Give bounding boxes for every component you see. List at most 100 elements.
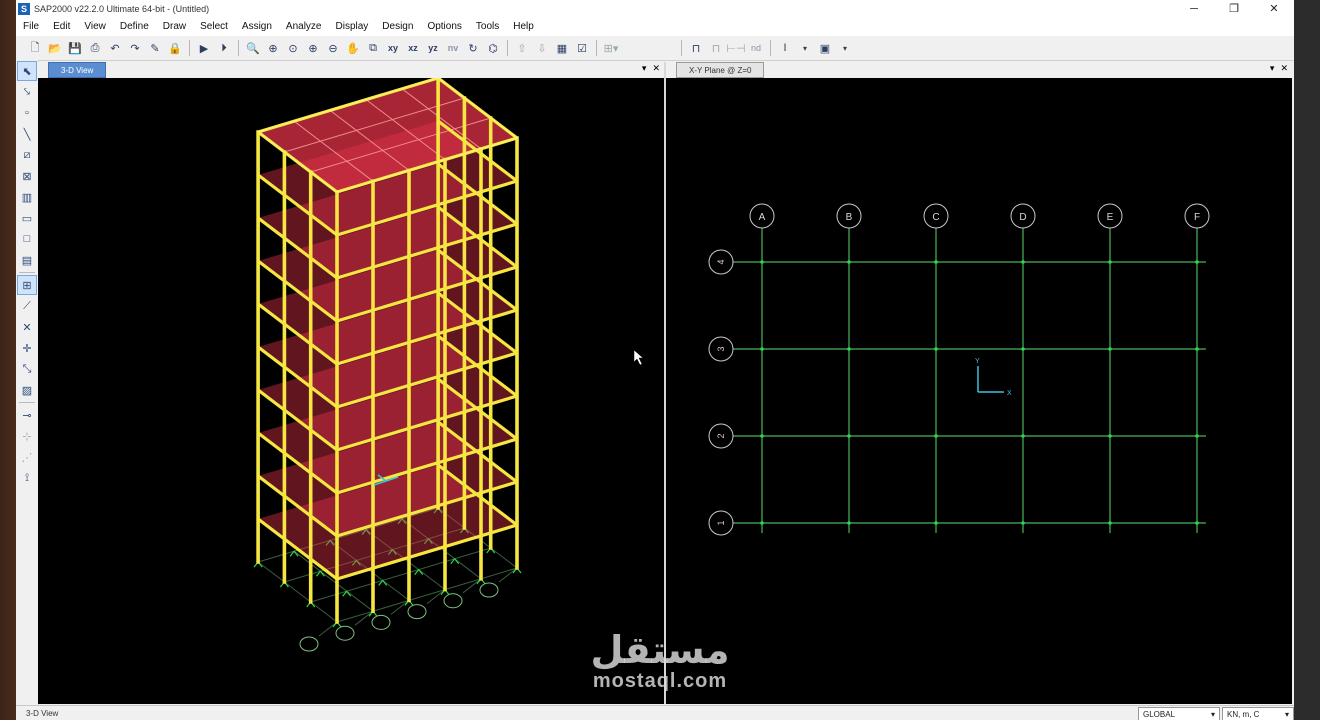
snap-intersection-icon[interactable]: ✕ (18, 318, 36, 336)
tab-xy-plane[interactable]: X-Y Plane @ Z=0 (676, 62, 765, 78)
snap-fine-grid-icon[interactable]: ⟟ (18, 469, 36, 487)
check-icon[interactable]: ☑ (573, 39, 591, 57)
tab-3d-view[interactable]: 3-D View (48, 62, 107, 78)
canvas-3d[interactable] (38, 78, 664, 704)
grid-joint (1195, 521, 1199, 525)
refresh-pencil-icon[interactable]: ✎ (146, 39, 164, 57)
move-up-icon[interactable]: ⇧ (513, 39, 531, 57)
menu-edit[interactable]: Edit (46, 21, 77, 32)
view-3d-icon[interactable]: ⧉ (364, 39, 382, 57)
grid-column-label: F (1194, 212, 1200, 223)
pane-header: X-Y Plane @ Z=0 ▾ ✕ (666, 62, 1292, 78)
grid-bubble-3d (371, 614, 391, 630)
draw-frame-icon[interactable]: ╲ (18, 125, 36, 143)
run-analysis-icon[interactable]: ▶ (195, 39, 213, 57)
menu-select[interactable]: Select (193, 21, 235, 32)
pane-close-icon[interactable]: ✕ (1280, 63, 1288, 74)
view-xz-button[interactable]: xz (404, 39, 422, 57)
save-icon[interactable]: 💾 (66, 39, 84, 57)
pane-dropdown-icon[interactable]: ▾ (1270, 63, 1275, 74)
quick-draw-area-icon[interactable]: ▤ (18, 251, 36, 269)
section-label[interactable]: nd (747, 39, 765, 57)
grid-joint (847, 260, 851, 264)
grid-column-label: D (1019, 212, 1026, 223)
menu-tools[interactable]: Tools (469, 21, 506, 32)
frame-icon[interactable]: ⊓ (687, 39, 705, 57)
close-button[interactable]: ✕ (1254, 0, 1294, 17)
snap-ends-icon[interactable]: ⊹ (18, 427, 36, 445)
mouse-cursor-icon (633, 349, 644, 366)
snap-area-icon[interactable]: ▨ (18, 381, 36, 399)
open-folder-icon[interactable]: 📂 (46, 39, 64, 57)
zoom-in-icon[interactable]: ⊕ (304, 39, 322, 57)
rotate-view-icon[interactable]: ↻ (464, 39, 482, 57)
snap-point-icon[interactable]: ⟋ (18, 297, 36, 315)
menu-design[interactable]: Design (375, 21, 420, 32)
object-shrink-icon[interactable]: ⊞▾ (602, 39, 620, 57)
toolbar-separator (19, 272, 35, 273)
grid-row-label: 1 (716, 520, 726, 525)
draw-area-icon[interactable]: ▭ (18, 209, 36, 227)
set-display-options-icon[interactable]: ▦ (553, 39, 571, 57)
pan-hand-icon[interactable]: ✋ (344, 39, 362, 57)
menu-view[interactable]: View (77, 21, 113, 32)
grid-joint (1108, 347, 1112, 351)
snap-line-icon[interactable]: ⤡ (18, 360, 36, 378)
zoom-full-icon[interactable]: ⊙ (284, 39, 302, 57)
grid-column-label: A (759, 212, 766, 223)
window-controls: ─ ❐ ✕ (1174, 0, 1294, 17)
left-draw-toolbar: ⬉ ⤥ ▫ ╲ ⧄ ⊠ ▥ ▭ □ ▤ ⊞ ⟋ ✕ ✛ ⤡ ▨ ⊸ ⊹ ⋰ ⟟ (16, 60, 39, 708)
menu-file[interactable]: File (16, 21, 46, 32)
print-icon[interactable]: ⎙ (86, 39, 104, 57)
pane-dropdown-icon[interactable]: ▾ (642, 63, 647, 74)
menu-assign[interactable]: Assign (235, 21, 279, 32)
draw-brace-icon[interactable]: ⊠ (18, 167, 36, 185)
minimize-button[interactable]: ─ (1174, 0, 1214, 17)
view-yz-button[interactable]: yz (424, 39, 442, 57)
reshape-icon[interactable]: ⤥ (18, 83, 36, 101)
draw-rect-area-icon[interactable]: □ (18, 230, 36, 248)
status-bar: 3-D View GLOBAL ▾ KN, m, C ▾ (16, 705, 1294, 720)
toolbar-separator (596, 40, 597, 56)
pointer-select-icon[interactable]: ⬉ (17, 61, 37, 81)
text-cursor-icon[interactable]: I (776, 39, 794, 57)
zoom-window-icon[interactable]: 🔍 (244, 39, 262, 57)
move-down-icon[interactable]: ⇩ (533, 39, 551, 57)
view-nv-button[interactable]: nv (444, 39, 462, 57)
menu-help[interactable]: Help (506, 21, 541, 32)
new-model-icon[interactable]: 🗋 (26, 39, 44, 57)
frame-release-icon[interactable]: ⊓ (707, 39, 725, 57)
menu-analyze[interactable]: Analyze (279, 21, 329, 32)
redo-icon[interactable]: ↷ (126, 39, 144, 57)
ground-grid-line (318, 621, 338, 637)
snap-perpendicular-icon[interactable]: ✛ (18, 339, 36, 357)
pane-close-icon[interactable]: ✕ (652, 63, 660, 74)
maximize-button[interactable]: ❐ (1214, 0, 1254, 17)
zoom-restore-icon[interactable]: ⊕ (264, 39, 282, 57)
run-step-icon[interactable]: ⏵ (215, 39, 233, 57)
snap-midpoint-icon[interactable]: ⋰ (18, 448, 36, 466)
snap-joints-icon[interactable]: ⊸ (18, 406, 36, 424)
display-panel-icon[interactable]: ▣ (816, 39, 834, 57)
menu-draw[interactable]: Draw (156, 21, 193, 32)
menu-define[interactable]: Define (113, 21, 156, 32)
grid-joint (847, 434, 851, 438)
units-select[interactable]: KN, m, C ▾ (1222, 707, 1294, 720)
canvas-plan[interactable]: 4 3 2 1 A B C D E F X Y (666, 78, 1292, 704)
draw-joint-icon[interactable]: ▫ (18, 104, 36, 122)
dropdown-arrow-icon[interactable]: ▾ (796, 39, 814, 57)
menu-options[interactable]: Options (420, 21, 468, 32)
snap-grid-icon[interactable]: ⊞ (17, 275, 37, 295)
quick-draw-frame-icon[interactable]: ⧄ (18, 146, 36, 164)
dropdown-arrow-icon[interactable]: ▾ (836, 39, 854, 57)
undo-icon[interactable]: ↶ (106, 39, 124, 57)
view-xy-button[interactable]: xy (384, 39, 402, 57)
section-icon[interactable]: ⊢⊣ (726, 39, 745, 57)
perspective-icon[interactable]: ⌬ (484, 39, 502, 57)
quick-draw-column-icon[interactable]: ▥ (18, 188, 36, 206)
coord-system-select[interactable]: GLOBAL ▾ (1138, 707, 1220, 720)
menu-display[interactable]: Display (329, 21, 376, 32)
toolbar-separator (238, 40, 239, 56)
lock-icon[interactable]: 🔒 (166, 39, 184, 57)
zoom-out-icon[interactable]: ⊖ (324, 39, 342, 57)
